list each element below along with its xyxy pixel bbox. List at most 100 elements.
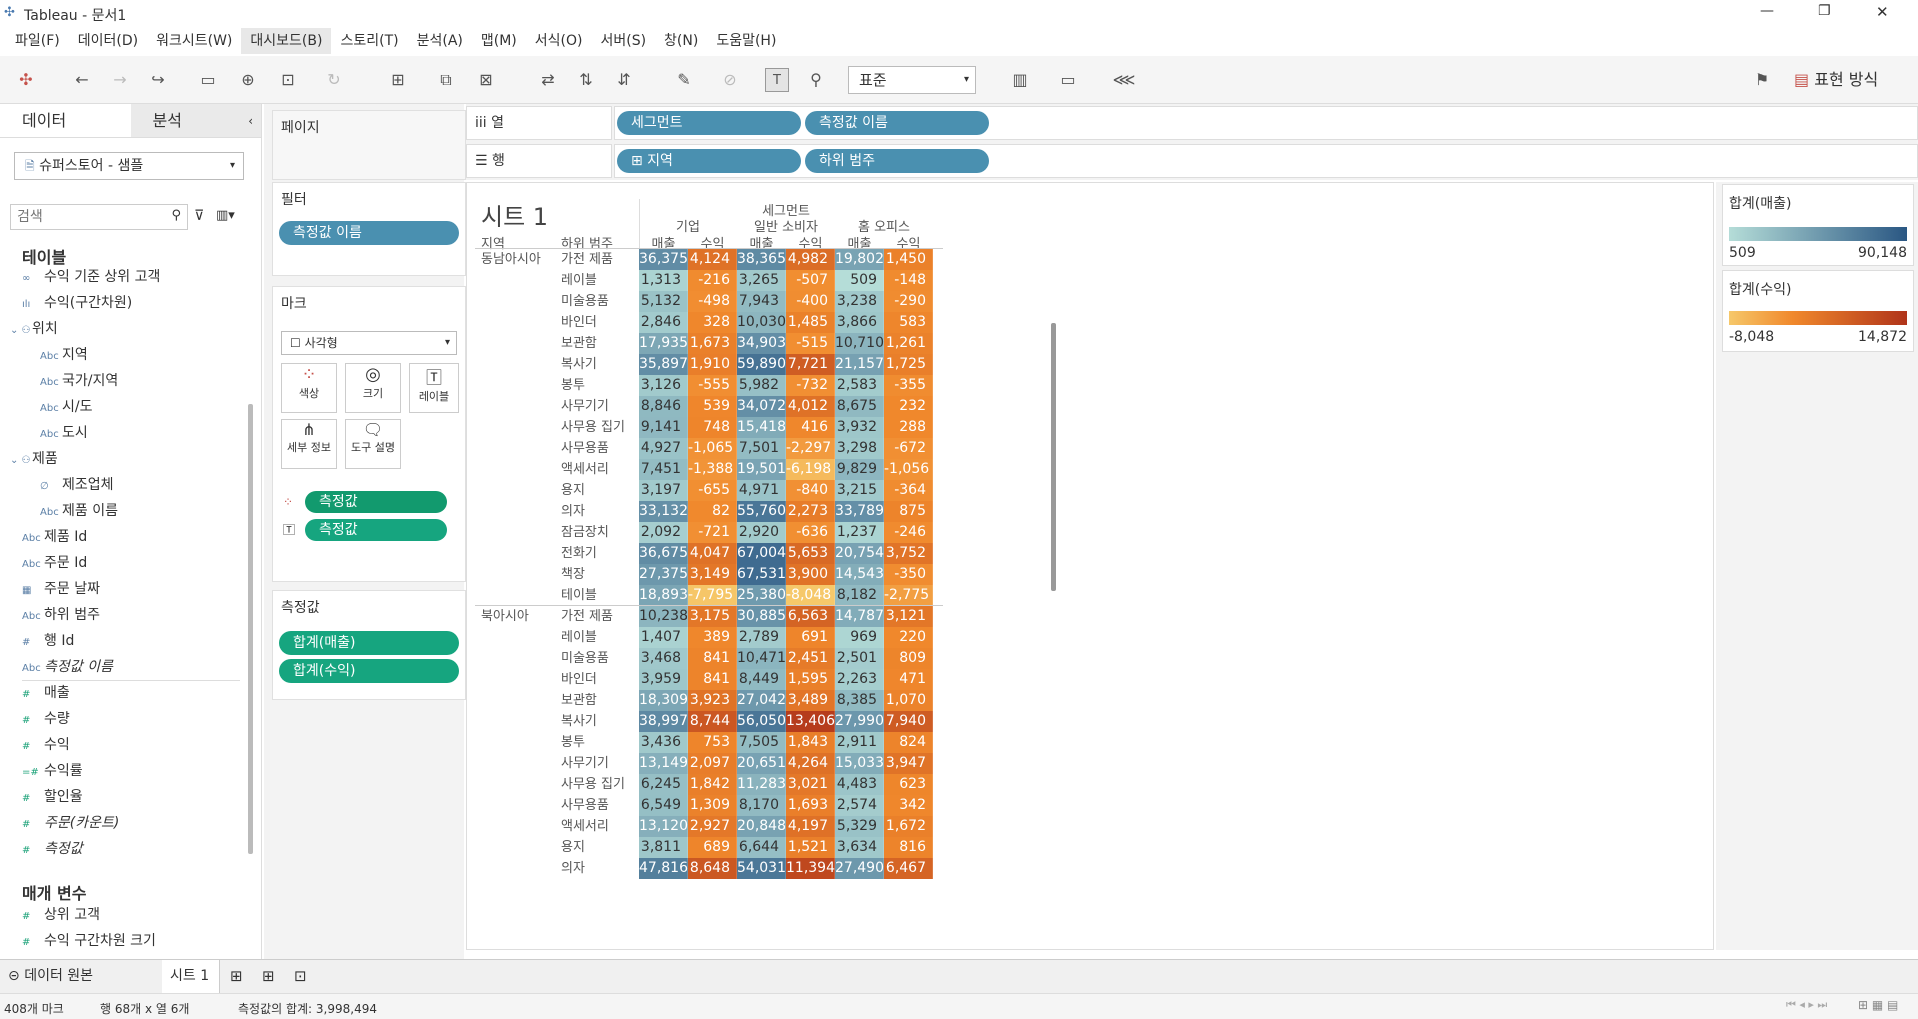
table-cell[interactable]: 583 xyxy=(884,312,933,333)
table-cell[interactable]: 14,787 xyxy=(835,606,884,627)
table-cell[interactable]: 27,490 xyxy=(835,858,884,879)
table-cell[interactable]: -2,775 xyxy=(884,585,933,606)
table-cell[interactable]: -216 xyxy=(688,270,737,291)
field-item[interactable]: ∞ 수익 기준 상위 고객 xyxy=(22,266,160,290)
table-cell[interactable]: 3,866 xyxy=(835,312,884,333)
table-cell[interactable]: 4,927 xyxy=(639,438,688,459)
table-cell[interactable]: 8,182 xyxy=(835,585,884,606)
rows-shelf[interactable]: ⊞ 지역 하위 범주 xyxy=(614,144,1918,178)
table-scrollbar[interactable] xyxy=(1051,323,1056,591)
undo-icon[interactable]: ← xyxy=(70,68,94,92)
table-cell[interactable]: 1,672 xyxy=(884,816,933,837)
field-item[interactable]: Abc 측정값 이름 xyxy=(22,656,113,680)
col-pill-segment[interactable]: 세그먼트 xyxy=(617,111,801,135)
table-cell[interactable]: 1,070 xyxy=(884,690,933,711)
table-cell[interactable]: -400 xyxy=(786,291,835,312)
table-cell[interactable]: 1,237 xyxy=(835,522,884,543)
table-cell[interactable]: 27,990 xyxy=(835,711,884,732)
clear-sheet-icon[interactable]: ⊠ xyxy=(474,68,498,92)
sort-desc-icon[interactable]: ⇵ xyxy=(612,68,636,92)
search-input-wrap[interactable]: ⚲ xyxy=(10,204,188,230)
table-cell[interactable]: 1,693 xyxy=(786,795,835,816)
profit-legend[interactable]: 합계(수익) -8,048 14,872 xyxy=(1722,270,1914,352)
table-cell[interactable]: 1,595 xyxy=(786,669,835,690)
close-button[interactable]: ✕ xyxy=(1876,3,1889,21)
table-cell[interactable]: 35,897 xyxy=(639,354,688,375)
table-cell[interactable]: 3,932 xyxy=(835,417,884,438)
view-options-icon[interactable]: ▥▾ xyxy=(216,208,235,223)
table-cell[interactable]: -732 xyxy=(786,375,835,396)
table-cell[interactable]: 20,754 xyxy=(835,543,884,564)
table-cell[interactable]: 7,721 xyxy=(786,354,835,375)
new-dashboard-icon[interactable]: ⊞ xyxy=(262,967,275,985)
table-cell[interactable]: 7,451 xyxy=(639,459,688,480)
field-item[interactable]: # 할인율 xyxy=(22,786,83,810)
table-cell[interactable]: 13,120 xyxy=(639,816,688,837)
table-cell[interactable]: 3,021 xyxy=(786,774,835,795)
color-button[interactable]: ⁘ 색상 xyxy=(281,363,337,413)
table-cell[interactable]: 4,012 xyxy=(786,396,835,417)
table-cell[interactable]: 3,238 xyxy=(835,291,884,312)
table-cell[interactable]: 1,407 xyxy=(639,627,688,648)
menu-item[interactable]: 분석(A) xyxy=(408,28,472,54)
table-cell[interactable]: 1,485 xyxy=(786,312,835,333)
field-item[interactable]: # 측정값 xyxy=(22,838,83,862)
table-cell[interactable]: -364 xyxy=(884,480,933,501)
table-cell[interactable]: 4,197 xyxy=(786,816,835,837)
table-cell[interactable]: -7,795 xyxy=(688,585,737,606)
table-cell[interactable]: -2,297 xyxy=(786,438,835,459)
new-sheet-icon[interactable]: ⊞ xyxy=(386,68,410,92)
table-cell[interactable]: 5,132 xyxy=(639,291,688,312)
sales-legend[interactable]: 합계(매출) 509 90,148 xyxy=(1722,184,1914,266)
table-cell[interactable]: 1,673 xyxy=(688,333,737,354)
table-cell[interactable]: 56,050 xyxy=(737,711,786,732)
table-cell[interactable]: 2,574 xyxy=(835,795,884,816)
sort-asc-icon[interactable]: ⇅ xyxy=(574,68,598,92)
table-cell[interactable]: 1,725 xyxy=(884,354,933,375)
table-cell[interactable]: 47,816 xyxy=(639,858,688,879)
table-cell[interactable]: 15,418 xyxy=(737,417,786,438)
swap-icon[interactable]: ⇄ xyxy=(536,68,560,92)
table-cell[interactable]: 19,501 xyxy=(737,459,786,480)
table-cell[interactable]: 13,149 xyxy=(639,753,688,774)
table-cell[interactable]: 18,309 xyxy=(639,690,688,711)
table-cell[interactable]: -290 xyxy=(884,291,933,312)
table-cell[interactable]: 3,121 xyxy=(884,606,933,627)
table-cell[interactable]: 6,549 xyxy=(639,795,688,816)
search-input[interactable] xyxy=(11,205,161,229)
table-cell[interactable]: 67,531 xyxy=(737,564,786,585)
menu-item[interactable]: 대시보드(B) xyxy=(241,28,332,54)
table-cell[interactable]: 3,436 xyxy=(639,732,688,753)
table-cell[interactable]: 10,471 xyxy=(737,648,786,669)
table-cell[interactable]: 21,157 xyxy=(835,354,884,375)
menu-item[interactable]: 스토리(T) xyxy=(331,28,407,54)
table-cell[interactable]: 689 xyxy=(688,837,737,858)
table-cell[interactable]: 2,263 xyxy=(835,669,884,690)
field-item[interactable]: ∅ 제조업체 xyxy=(40,474,114,498)
table-cell[interactable]: 5,653 xyxy=(786,543,835,564)
table-cell[interactable]: 2,846 xyxy=(639,312,688,333)
field-item[interactable]: # 매출 xyxy=(22,682,70,706)
table-cell[interactable]: 1,521 xyxy=(786,837,835,858)
table-cell[interactable]: 20,651 xyxy=(737,753,786,774)
menu-item[interactable]: 창(N) xyxy=(655,28,707,54)
table-cell[interactable]: 8,385 xyxy=(835,690,884,711)
table-cell[interactable]: 232 xyxy=(884,396,933,417)
pin-icon[interactable]: ⚲ xyxy=(804,68,828,92)
table-cell[interactable]: 2,501 xyxy=(835,648,884,669)
field-item[interactable]: Abc 제품 이름 xyxy=(40,500,118,524)
measure-pill-profit[interactable]: 합계(수익) xyxy=(279,659,459,683)
table-cell[interactable]: 691 xyxy=(786,627,835,648)
table-cell[interactable]: 8,675 xyxy=(835,396,884,417)
label-button[interactable]: 🅃 레이블 xyxy=(409,363,459,413)
table-cell[interactable]: 841 xyxy=(688,669,737,690)
table-cell[interactable]: -840 xyxy=(786,480,835,501)
table-cell[interactable]: 38,997 xyxy=(639,711,688,732)
show-me-button[interactable]: ▤ 표현 방식 xyxy=(1794,68,1878,92)
field-item[interactable]: ⌄ ⚇위치 xyxy=(10,318,58,342)
sheet-tab[interactable]: 시트 1 xyxy=(162,960,220,993)
table-cell[interactable]: 10,030 xyxy=(737,312,786,333)
row-pill-subcategory[interactable]: 하위 범주 xyxy=(805,149,989,173)
table-cell[interactable]: 8,846 xyxy=(639,396,688,417)
table-cell[interactable]: 2,583 xyxy=(835,375,884,396)
